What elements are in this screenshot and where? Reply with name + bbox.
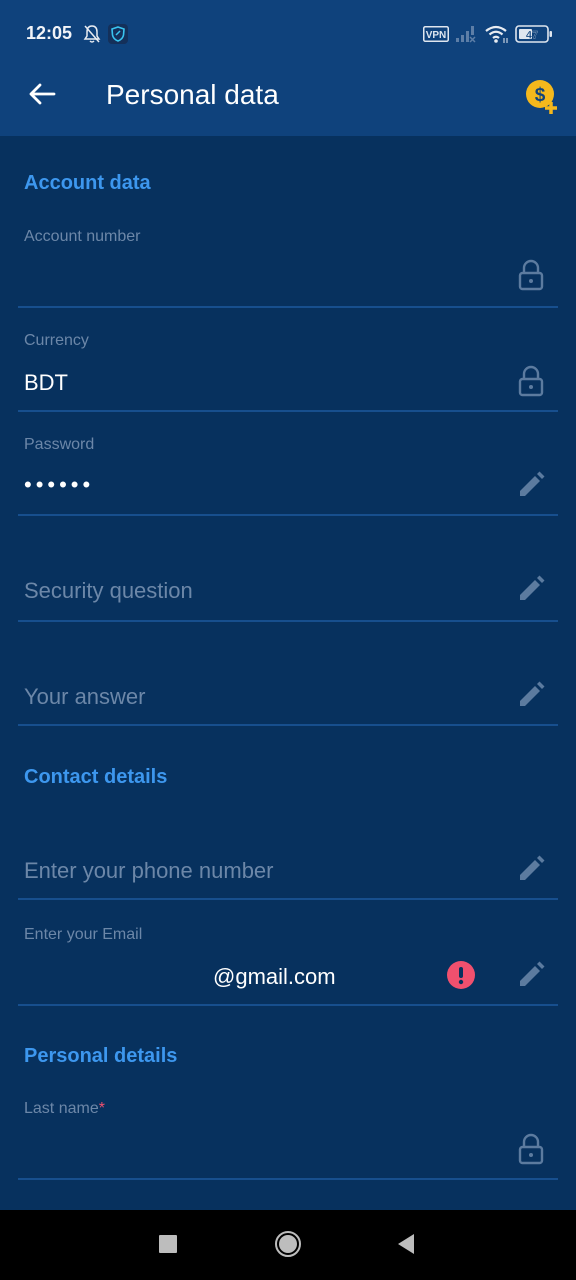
nav-back-button[interactable] <box>388 1228 424 1264</box>
email-value[interactable]: @gmail.com <box>213 964 336 990</box>
shield-app-icon <box>108 24 128 49</box>
battery-icon: 47 <box>515 25 553 48</box>
back-button[interactable] <box>20 76 64 116</box>
security-question-field[interactable]: Security question <box>18 534 558 622</box>
lock-icon <box>514 1132 548 1166</box>
page-title: Personal data <box>106 79 279 110</box>
account-number-label: Account number <box>24 228 141 245</box>
phone-placeholder[interactable]: Enter your phone number <box>24 858 274 884</box>
email-label: Enter your Email <box>24 926 143 943</box>
triangle-back-icon <box>396 1233 416 1260</box>
last-name-label: Last name* <box>24 1100 105 1118</box>
currency-label: Currency <box>24 332 89 349</box>
last-name-field: Last name* <box>18 1094 558 1180</box>
status-time: 12:05 <box>26 23 73 43</box>
vpn-label: VPN <box>426 30 447 41</box>
lock-icon <box>514 364 548 398</box>
pencil-icon[interactable] <box>514 468 548 502</box>
account-number-field: Account number <box>18 220 558 308</box>
phone-field[interactable]: Enter your phone number <box>18 816 558 900</box>
arrow-left-icon <box>28 82 56 111</box>
security-question-placeholder[interactable]: Security question <box>24 578 193 604</box>
required-mark: * <box>98 1100 105 1117</box>
your-answer-placeholder[interactable]: Your answer <box>24 684 145 710</box>
section-title-contact-details: Contact details <box>24 766 168 788</box>
svg-text:$: $ <box>535 85 546 106</box>
currency-value: BDT <box>24 370 68 395</box>
pencil-icon[interactable] <box>514 852 548 886</box>
status-bar: 12:05 VPN 47 <box>0 0 576 68</box>
password-field[interactable]: Password •••••• <box>18 430 558 516</box>
app-bar: 12:05 VPN 47 Personal data $ <box>0 0 576 136</box>
notifications-off-icon <box>82 24 102 49</box>
add-money-icon: $ <box>520 80 564 120</box>
home-button[interactable] <box>270 1228 306 1264</box>
circle-icon <box>274 1230 302 1263</box>
pencil-icon[interactable] <box>514 958 548 992</box>
section-title-personal-details: Personal details <box>24 1045 178 1067</box>
currency-field: Currency BDT <box>18 326 558 412</box>
square-icon <box>159 1234 177 1258</box>
wifi-icon <box>484 24 510 49</box>
error-icon[interactable] <box>444 958 478 992</box>
signal-icon <box>455 25 477 48</box>
recents-button[interactable] <box>150 1228 186 1264</box>
your-answer-field[interactable]: Your answer <box>18 640 558 726</box>
personal-data-form: Account data Account number Currency BDT… <box>0 136 576 1210</box>
battery-level: 47 <box>526 30 538 42</box>
add-money-button[interactable]: $ <box>520 76 564 116</box>
vpn-icon: VPN <box>423 26 449 47</box>
password-value[interactable]: •••••• <box>24 472 94 498</box>
lock-icon <box>514 258 548 292</box>
pencil-icon[interactable] <box>514 678 548 712</box>
system-nav-bar <box>0 1210 576 1280</box>
pencil-icon[interactable] <box>514 572 548 606</box>
section-title-account-data: Account data <box>24 172 151 194</box>
last-name-label-text: Last name <box>24 1100 99 1117</box>
password-label: Password <box>24 436 95 453</box>
email-field[interactable]: Enter your Email @gmail.com <box>18 920 558 1006</box>
